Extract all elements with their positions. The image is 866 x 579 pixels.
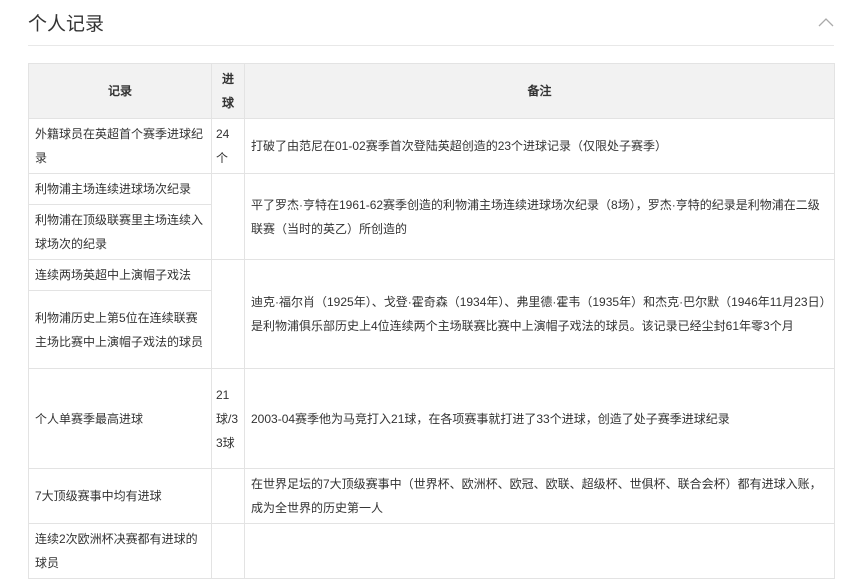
table-header-row: 记录 进球 备注	[28, 63, 835, 119]
record-cell: 7大顶级赛事中均有进球	[28, 468, 212, 524]
record-cell: 利物浦主场连续进球场次纪录	[28, 173, 212, 205]
note-cell	[244, 523, 835, 579]
table-row: 连续2次欧洲杯决赛都有进球的球员	[28, 523, 835, 579]
record-cell: 利物浦在顶级联赛里主场连续入球场次的纪录	[28, 204, 212, 260]
header-note: 备注	[244, 63, 835, 119]
record-cell: 连续两场英超中上演帽子戏法	[28, 259, 212, 291]
table-row: 外籍球员在英超首个赛季进球纪录 24个 打破了由范尼在01-02赛季首次登陆英超…	[28, 118, 835, 174]
record-cell: 外籍球员在英超首个赛季进球纪录	[28, 118, 212, 174]
section-divider	[28, 45, 834, 46]
goals-cell	[211, 523, 245, 579]
goals-cell: 24个	[211, 118, 245, 174]
note-cell: 2003-04赛季他为马竞打入21球，在各项赛事就打进了33个进球，创造了处子赛…	[244, 368, 835, 469]
record-cell: 连续2次欧洲杯决赛都有进球的球员	[28, 523, 212, 579]
goals-cell	[211, 468, 245, 524]
goals-cell	[211, 173, 245, 260]
record-cell: 个人单赛季最高进球	[28, 368, 212, 469]
note-cell: 迪克·福尔肖（1925年）、戈登·霍奇森（1934年）、弗里德·霍韦（1935年…	[244, 259, 835, 369]
table-row: 7大顶级赛事中均有进球 在世界足坛的7大顶级赛事中（世界杯、欧洲杯、欧冠、欧联、…	[28, 468, 835, 524]
section-title: 个人记录	[28, 14, 105, 35]
table-row: 连续两场英超中上演帽子戏法 迪克·福尔肖（1925年）、戈登·霍奇森（1934年…	[28, 259, 835, 369]
note-cell: 在世界足坛的7大顶级赛事中（世界杯、欧洲杯、欧冠、欧联、超级杯、世俱杯、联合会杯…	[244, 468, 835, 524]
goals-cell	[211, 259, 245, 369]
header-record: 记录	[28, 63, 212, 119]
chevron-up-icon[interactable]	[818, 15, 834, 29]
records-table: 记录 进球 备注 外籍球员在英超首个赛季进球纪录 24个 打破了由范尼在01-0…	[28, 63, 835, 579]
header-goals: 进球	[211, 63, 245, 119]
note-cell: 打破了由范尼在01-02赛季首次登陆英超创造的23个进球记录（仅限处子赛季）	[244, 118, 835, 174]
table-row: 利物浦主场连续进球场次纪录 平了罗杰·亨特在1961-62赛季创造的利物浦主场连…	[28, 173, 835, 260]
goals-cell: 21球/33球	[211, 368, 245, 469]
table-row: 个人单赛季最高进球 21球/33球 2003-04赛季他为马竞打入21球，在各项…	[28, 368, 835, 469]
note-cell: 平了罗杰·亨特在1961-62赛季创造的利物浦主场连续进球场次纪录（8场），罗杰…	[244, 173, 835, 260]
record-cell: 利物浦历史上第5位在连续联赛主场比赛中上演帽子戏法的球员	[28, 290, 212, 369]
